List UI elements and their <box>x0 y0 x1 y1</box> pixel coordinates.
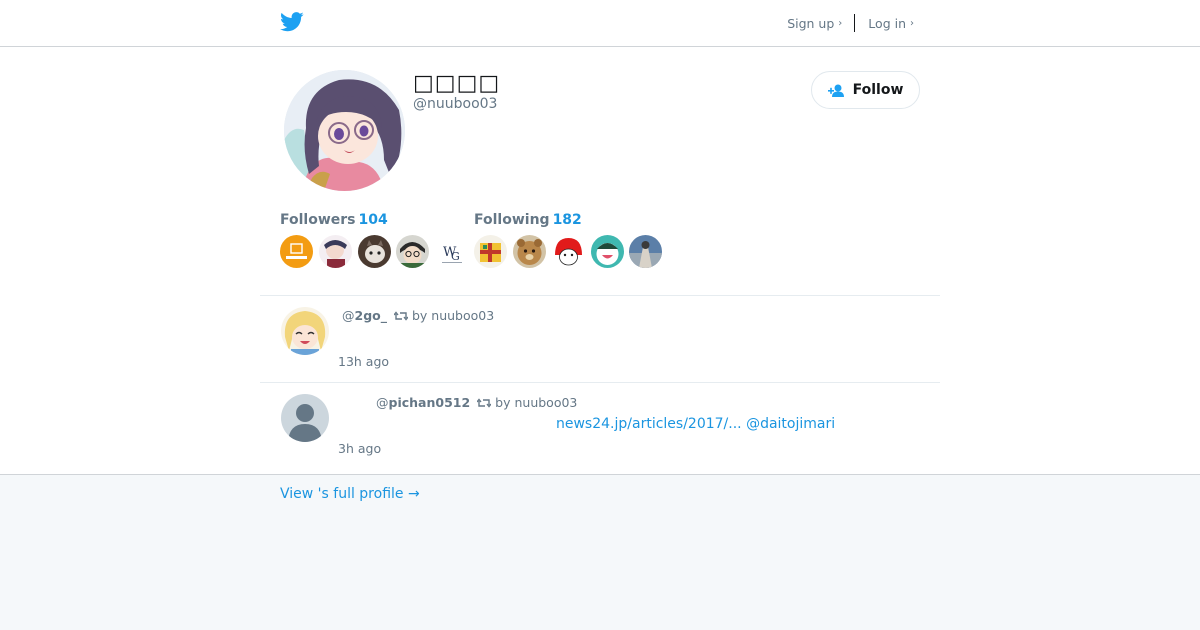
auth-nav: Sign up › Log in › <box>787 14 914 32</box>
orange-logo-avatar <box>280 235 313 268</box>
tweet-author-name: pichan0512 <box>388 395 471 410</box>
follower-avatar[interactable] <box>358 235 391 268</box>
follower-avatar[interactable] <box>319 235 352 268</box>
character-avatar <box>319 235 352 268</box>
bear-avatar <box>513 235 546 268</box>
login-label: Log in <box>868 15 906 31</box>
tweet-divider <box>260 382 940 383</box>
chevron-right-icon: › <box>838 17 843 29</box>
following-avatar[interactable] <box>552 235 585 268</box>
login-link[interactable]: Log in › <box>868 16 914 31</box>
signup-label: Sign up <box>787 15 835 31</box>
follow-button[interactable]: Follow <box>811 71 920 109</box>
wg-logo-avatar: W G <box>435 235 468 268</box>
followers-label: Followers <box>280 212 356 228</box>
red-character-avatar <box>552 235 585 268</box>
retweet-line: @pichan0512 by nuuboo03 <box>376 395 577 410</box>
view-full-profile-link[interactable]: View 's full profile → <box>280 486 420 502</box>
tweet-timestamp[interactable]: 13h ago <box>338 354 389 369</box>
retweet-line: @2go_ by nuuboo03 <box>342 308 494 323</box>
tweet-timestamp[interactable]: 3h ago <box>338 441 381 456</box>
tweet-author-avatar[interactable] <box>281 307 329 355</box>
following-count: 182 <box>552 212 582 228</box>
at-prefix: @ <box>342 308 355 323</box>
tweet-link[interactable]: news24.jp/articles/2017/... <box>556 416 742 432</box>
tweet-author-handle[interactable]: @pichan0512 <box>376 395 470 410</box>
retweeted-by[interactable]: by nuuboo03 <box>412 308 494 323</box>
signup-link[interactable]: Sign up › <box>787 16 842 31</box>
follower-avatar[interactable]: W G <box>435 235 468 268</box>
follower-avatar[interactable] <box>280 235 313 268</box>
blonde-anime-avatar <box>281 307 329 355</box>
profile-avatar[interactable] <box>284 70 405 191</box>
followers-stat[interactable]: Followers 104 <box>280 212 388 228</box>
yellow-box-avatar <box>474 235 507 268</box>
following-avatar[interactable] <box>474 235 507 268</box>
profile-handle: @nuuboo03 <box>413 96 498 112</box>
retweeted-by[interactable]: by nuuboo03 <box>495 395 577 410</box>
tweet-author-handle[interactable]: @2go_ <box>342 308 387 323</box>
following-stat[interactable]: Following 182 <box>474 212 582 228</box>
following-avatar[interactable] <box>513 235 546 268</box>
follower-avatar[interactable] <box>396 235 429 268</box>
profile-card: □□□□ @nuuboo03 Follow Followers 104 Follo… <box>260 47 940 475</box>
section-divider <box>260 295 940 296</box>
top-bar: Sign up › Log in › <box>0 0 1200 47</box>
add-user-icon <box>827 84 844 97</box>
tweet-author-name: 2go_ <box>354 308 387 323</box>
cat-avatar <box>358 235 391 268</box>
twitter-bird-icon[interactable] <box>280 11 304 33</box>
profile-panel: □□□□ @nuuboo03 Follow Followers 104 Follo… <box>0 47 1200 475</box>
svg-text:G: G <box>451 250 460 263</box>
anime-glasses-avatar-image <box>284 70 405 191</box>
at-prefix: @ <box>376 395 389 410</box>
following-avatar[interactable] <box>629 235 662 268</box>
tweet-mention[interactable]: @daitojimari <box>746 416 835 432</box>
tweet-text: news24.jp/articles/2017/... @daitojimari <box>556 416 835 432</box>
following-avatar[interactable] <box>591 235 624 268</box>
retweet-icon <box>477 397 492 408</box>
tweet-author-avatar[interactable] <box>281 394 329 442</box>
glasses-character-avatar <box>396 235 429 268</box>
default-user-avatar <box>281 394 329 442</box>
photo-avatar <box>629 235 662 268</box>
following-label: Following <box>474 212 550 228</box>
follow-button-label: Follow <box>852 82 904 98</box>
retweet-icon <box>393 310 408 321</box>
nav-divider <box>854 14 856 32</box>
followers-count: 104 <box>358 212 388 228</box>
chevron-right-icon: › <box>910 17 914 29</box>
display-name: □□□□ <box>413 71 501 96</box>
teal-character-avatar <box>591 235 624 268</box>
